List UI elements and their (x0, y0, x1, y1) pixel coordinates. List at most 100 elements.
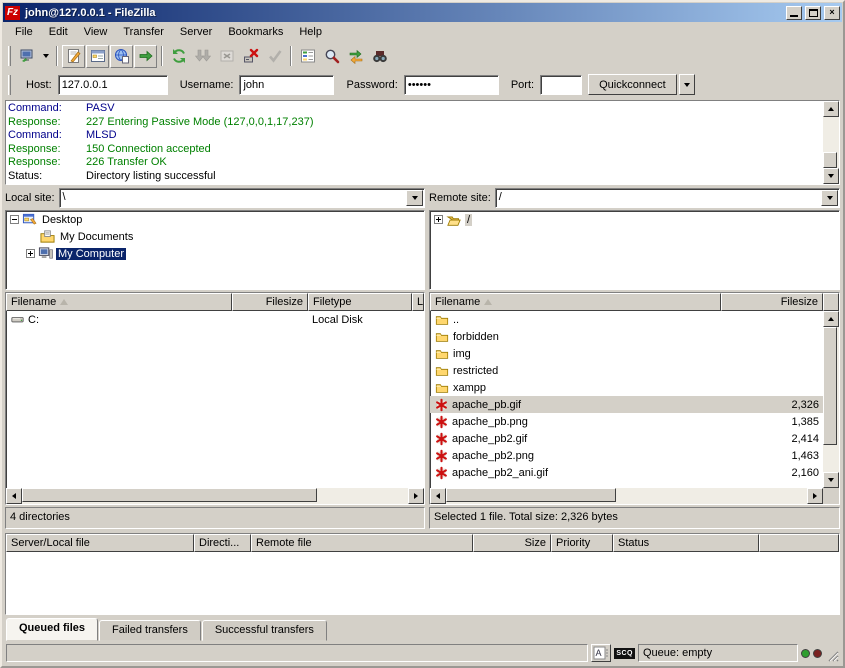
username-input[interactable] (239, 75, 334, 95)
toggle-message-log-button[interactable] (62, 45, 85, 68)
scroll-up-button[interactable] (823, 101, 839, 117)
tab-queued-files[interactable]: Queued files (6, 618, 98, 641)
filezilla-window: Fz john@127.0.0.1 - FileZilla × File Edi… (0, 0, 845, 668)
scroll-up-button[interactable] (823, 311, 839, 327)
scroll-track[interactable] (823, 327, 839, 472)
port-input[interactable] (540, 75, 582, 95)
toolbar-grip[interactable] (8, 46, 11, 66)
remote-horizontal-scrollbar[interactable] (430, 488, 839, 504)
filename-filters-button[interactable] (296, 45, 319, 68)
quickconnect-dropdown[interactable] (679, 74, 695, 95)
menu-bookmarks[interactable]: Bookmarks (220, 24, 291, 40)
local-site-dropdown[interactable] (406, 190, 423, 206)
column-filename[interactable]: Filename (430, 293, 721, 311)
remote-site-value[interactable]: / (496, 189, 820, 207)
menu-view[interactable]: View (76, 24, 116, 40)
file-row[interactable]: apache_pb2.gif 2,414 (430, 430, 823, 447)
maximize-button[interactable] (805, 6, 821, 20)
refresh-button[interactable] (167, 45, 190, 68)
column-lastmodified[interactable]: L (412, 293, 424, 311)
column-filename[interactable]: Filename (6, 293, 232, 311)
column-filesize[interactable]: Filesize (232, 293, 308, 311)
close-button[interactable]: × (824, 6, 840, 20)
local-site-value[interactable]: \ (60, 189, 405, 207)
scroll-thumb[interactable] (823, 327, 837, 445)
site-manager-dropdown[interactable] (39, 45, 52, 68)
remote-rows[interactable]: .. forbidden img restricted (430, 311, 823, 488)
scroll-left-button[interactable] (6, 488, 22, 504)
local-rows[interactable]: C: Local Disk (6, 311, 424, 488)
tab-successful-transfers[interactable]: Successful transfers (202, 620, 327, 641)
column-remote-file[interactable]: Remote file (251, 534, 473, 552)
tree-item-my-computer[interactable]: My Computer (6, 245, 424, 262)
message-log-content[interactable]: Command:PASV Response:227 Entering Passi… (6, 101, 823, 184)
scroll-thumb[interactable] (22, 488, 317, 502)
title-bar[interactable]: Fz john@127.0.0.1 - FileZilla × (3, 3, 842, 22)
host-input[interactable] (58, 75, 168, 95)
toggle-transfer-queue-button[interactable] (134, 45, 157, 68)
scroll-right-button[interactable] (807, 488, 823, 504)
expand-box[interactable] (434, 215, 443, 224)
column-filetype[interactable]: Filetype (308, 293, 412, 311)
scroll-track[interactable] (823, 117, 839, 168)
disconnect-button[interactable] (239, 45, 262, 68)
scroll-down-button[interactable] (823, 168, 839, 184)
column-filesize[interactable]: Filesize (721, 293, 823, 311)
column-server-local-file[interactable]: Server/Local file (6, 534, 194, 552)
file-row[interactable]: apache_pb.png 1,385 (430, 413, 823, 430)
find-files-button[interactable] (368, 45, 391, 68)
remote-vertical-scrollbar[interactable] (823, 311, 839, 488)
remote-site-combo[interactable]: / (495, 188, 840, 208)
menu-server[interactable]: Server (172, 24, 220, 40)
local-horizontal-scrollbar[interactable] (6, 488, 424, 504)
scroll-right-button[interactable] (408, 488, 424, 504)
password-input[interactable] (404, 75, 499, 95)
file-row[interactable]: img (430, 345, 823, 362)
file-row[interactable]: forbidden (430, 328, 823, 345)
file-row[interactable]: apache_pb2.png 1,463 (430, 447, 823, 464)
file-row[interactable]: .. (430, 311, 823, 328)
scroll-left-button[interactable] (430, 488, 446, 504)
toggle-remote-treeview-button[interactable] (110, 45, 133, 68)
menu-edit[interactable]: Edit (41, 24, 76, 40)
queue-list-empty[interactable] (6, 552, 839, 614)
tree-item-desktop[interactable]: Desktop (6, 211, 424, 228)
file-row-c-drive[interactable]: C: Local Disk (6, 311, 424, 328)
column-direction[interactable]: Directi... (194, 534, 251, 552)
menu-help[interactable]: Help (291, 24, 330, 40)
app-icon[interactable]: Fz (5, 6, 20, 20)
scroll-thumb[interactable] (823, 152, 837, 168)
file-row[interactable]: restricted (430, 362, 823, 379)
file-row-selected[interactable]: apache_pb.gif 2,326 (430, 396, 823, 413)
speed-limit-badge[interactable]: SCQ (614, 648, 635, 659)
transfer-type-indicator[interactable] (591, 644, 611, 662)
toggle-local-treeview-button[interactable] (86, 45, 109, 68)
collapse-box[interactable] (10, 215, 19, 224)
expand-box[interactable] (26, 249, 35, 258)
quickconnect-button[interactable]: Quickconnect (588, 74, 677, 95)
remote-site-dropdown[interactable] (821, 190, 838, 206)
minimize-button[interactable] (786, 6, 802, 20)
column-priority[interactable]: Priority (551, 534, 613, 552)
log-line: Command:PASV (8, 102, 821, 116)
scroll-track[interactable] (22, 488, 408, 504)
column-size[interactable]: Size (473, 534, 551, 552)
column-status[interactable]: Status (613, 534, 759, 552)
scroll-track[interactable] (446, 488, 807, 504)
local-site-combo[interactable]: \ (59, 188, 425, 208)
file-row[interactable]: apache_pb2_ani.gif 2,160 (430, 464, 823, 481)
tree-item-root[interactable]: / (430, 211, 839, 228)
log-vertical-scrollbar[interactable] (823, 101, 839, 184)
search-files-button[interactable] (320, 45, 343, 68)
quickconnect-grip[interactable] (8, 75, 11, 95)
synchronized-browsing-button[interactable] (344, 45, 367, 68)
file-row[interactable]: xampp (430, 379, 823, 396)
scroll-down-button[interactable] (823, 472, 839, 488)
site-manager-button[interactable] (15, 45, 38, 68)
tree-item-my-documents[interactable]: My Documents (6, 228, 424, 245)
tab-failed-transfers[interactable]: Failed transfers (99, 620, 201, 641)
scroll-thumb[interactable] (446, 488, 616, 502)
menu-file[interactable]: File (7, 24, 41, 40)
menu-transfer[interactable]: Transfer (115, 24, 172, 40)
resize-grip[interactable] (825, 647, 839, 663)
